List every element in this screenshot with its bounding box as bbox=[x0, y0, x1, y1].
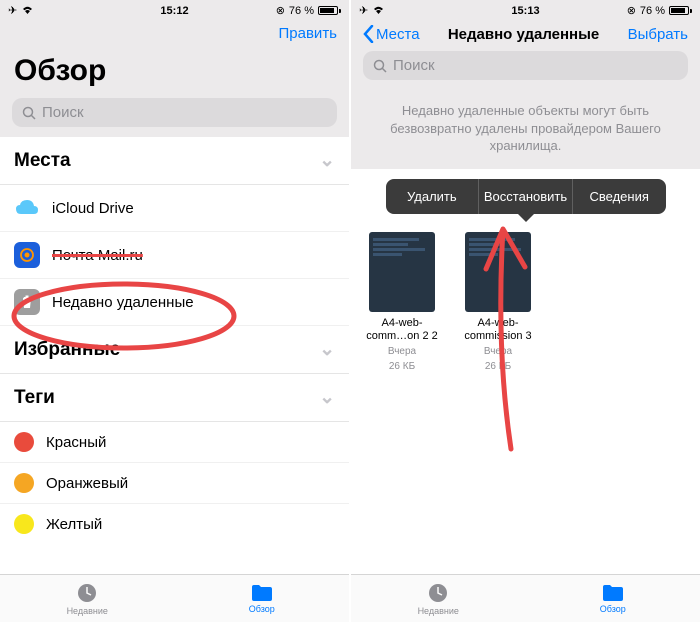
tag-dot-icon bbox=[14, 432, 34, 452]
list-item-label: Недавно удаленные bbox=[52, 294, 194, 311]
browse-content: Места ⌄ iCloud Drive Почта Mail.ru Недав… bbox=[0, 137, 349, 574]
status-time: 15:13 bbox=[511, 5, 539, 17]
tag-item-yellow[interactable]: Желтый bbox=[0, 504, 349, 544]
chevron-down-icon: ⌄ bbox=[319, 338, 335, 361]
search-icon bbox=[373, 59, 387, 73]
cloud-icon bbox=[14, 195, 40, 221]
nav-bar: Места Недавно удаленные Выбрать bbox=[351, 19, 700, 47]
list-item-label: Почта Mail.ru bbox=[52, 247, 143, 264]
search-input[interactable]: Поиск bbox=[363, 51, 688, 80]
chevron-down-icon: ⌄ bbox=[319, 386, 335, 409]
place-item-recently-deleted[interactable]: Недавно удаленные bbox=[0, 279, 349, 326]
search-icon bbox=[22, 106, 36, 120]
folder-icon bbox=[602, 584, 624, 602]
back-button[interactable]: Места bbox=[363, 25, 420, 43]
deleted-notice: Недавно удаленные объекты могут быть без… bbox=[351, 90, 700, 169]
file-item[interactable]: A4-web-commission 3 Вчера 26 КБ bbox=[461, 232, 535, 373]
tab-recent[interactable]: Недавние bbox=[351, 575, 526, 622]
battery-icon bbox=[318, 6, 341, 15]
clock-icon bbox=[427, 582, 449, 604]
section-title: Места bbox=[14, 150, 71, 172]
back-label: Места bbox=[376, 26, 420, 43]
section-places[interactable]: Места ⌄ bbox=[0, 137, 349, 185]
files-grid: A4-web-comm…on 2 2 Вчера 26 КБ A4-web-co… bbox=[351, 214, 700, 391]
file-date: Вчера bbox=[484, 345, 512, 358]
tab-recent[interactable]: Недавние bbox=[0, 575, 175, 622]
battery-percent: 76 % bbox=[289, 5, 314, 17]
edit-button[interactable]: Править bbox=[279, 25, 338, 42]
wifi-icon bbox=[372, 5, 385, 17]
page-title: Обзор bbox=[0, 46, 349, 94]
file-name: A4-web-commission 3 bbox=[461, 317, 535, 343]
list-item-label: Красный bbox=[46, 434, 106, 451]
tab-browse[interactable]: Обзор bbox=[175, 575, 350, 622]
rotation-lock-icon: ⊗ bbox=[627, 4, 636, 17]
place-item-icloud[interactable]: iCloud Drive bbox=[0, 185, 349, 232]
tag-item-orange[interactable]: Оранжевый bbox=[0, 463, 349, 504]
place-item-mailru[interactable]: Почта Mail.ru bbox=[0, 232, 349, 279]
status-bar: ✈ 15:13 ⊗ 76 % bbox=[351, 0, 700, 19]
tab-browse[interactable]: Обзор bbox=[526, 575, 700, 622]
tab-label: Обзор bbox=[600, 604, 626, 614]
list-item-label: Оранжевый bbox=[46, 475, 128, 492]
wifi-icon bbox=[21, 5, 34, 17]
tab-bar: Недавние Обзор bbox=[0, 574, 349, 622]
tag-item-red[interactable]: Красный bbox=[0, 422, 349, 463]
context-popover: Удалить Восстановить Сведения bbox=[386, 179, 666, 214]
file-thumbnail bbox=[369, 232, 435, 312]
folder-icon bbox=[251, 584, 273, 602]
rotation-lock-icon: ⊗ bbox=[276, 4, 285, 17]
tab-label: Обзор bbox=[249, 604, 275, 614]
file-thumbnail bbox=[465, 232, 531, 312]
clock-icon bbox=[76, 582, 98, 604]
list-item-label: Желтый bbox=[46, 516, 102, 533]
list-item-label: iCloud Drive bbox=[52, 200, 134, 217]
file-size: 26 КБ bbox=[485, 360, 511, 373]
file-size: 26 КБ bbox=[389, 360, 415, 373]
tab-label: Недавние bbox=[418, 606, 459, 616]
nav-bar: Править bbox=[0, 19, 349, 46]
battery-icon bbox=[669, 6, 692, 15]
airplane-icon: ✈ bbox=[8, 4, 17, 17]
file-date: Вчера bbox=[388, 345, 416, 358]
section-tags[interactable]: Теги ⌄ bbox=[0, 374, 349, 422]
chevron-down-icon: ⌄ bbox=[319, 149, 335, 172]
file-name: A4-web-comm…on 2 2 bbox=[365, 317, 439, 343]
section-title: Теги bbox=[14, 387, 55, 409]
status-time: 15:12 bbox=[160, 5, 188, 17]
search-placeholder: Поиск bbox=[42, 104, 84, 121]
status-bar: ✈ 15:12 ⊗ 76 % bbox=[0, 0, 349, 19]
popover-details[interactable]: Сведения bbox=[573, 179, 666, 214]
tab-label: Недавние bbox=[67, 606, 108, 616]
tag-dot-icon bbox=[14, 514, 34, 534]
deleted-content: Удалить Восстановить Сведения A4-web-com… bbox=[351, 169, 700, 574]
left-screenshot: ✈ 15:12 ⊗ 76 % Править Обзор Поиск Места… bbox=[0, 0, 349, 622]
tag-dot-icon bbox=[14, 473, 34, 493]
popover-delete[interactable]: Удалить bbox=[386, 179, 480, 214]
trash-icon bbox=[14, 289, 40, 315]
section-favorites[interactable]: Избранные ⌄ bbox=[0, 326, 349, 374]
select-button[interactable]: Выбрать bbox=[628, 26, 688, 43]
mailru-icon bbox=[14, 242, 40, 268]
chevron-left-icon bbox=[363, 25, 374, 43]
popover-restore[interactable]: Восстановить bbox=[479, 179, 573, 214]
airplane-icon: ✈ bbox=[359, 4, 368, 17]
search-input[interactable]: Поиск bbox=[12, 98, 337, 127]
battery-percent: 76 % bbox=[640, 5, 665, 17]
tab-bar: Недавние Обзор bbox=[351, 574, 700, 622]
section-title: Избранные bbox=[14, 339, 120, 361]
page-title: Недавно удаленные bbox=[448, 26, 599, 43]
right-screenshot: ✈ 15:13 ⊗ 76 % Места Недавно удаленные В… bbox=[351, 0, 700, 622]
search-placeholder: Поиск bbox=[393, 57, 435, 74]
file-item[interactable]: A4-web-comm…on 2 2 Вчера 26 КБ bbox=[365, 232, 439, 373]
